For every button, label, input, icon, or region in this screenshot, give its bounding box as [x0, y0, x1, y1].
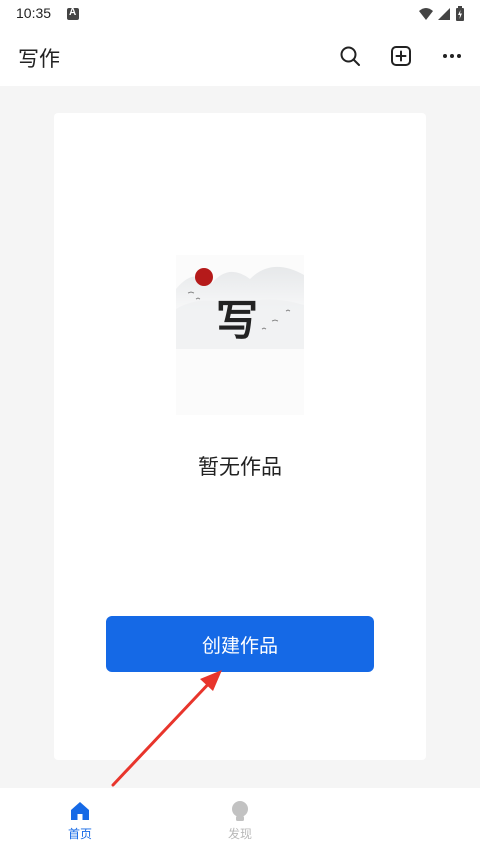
nav-item-discover[interactable]: 发现	[200, 800, 280, 842]
add-button[interactable]	[387, 42, 415, 70]
empty-illustration: 写	[174, 249, 308, 419]
status-bar: 10:35	[0, 0, 480, 28]
add-icon	[391, 46, 411, 66]
empty-state-text: 暂无作品	[198, 455, 282, 479]
a-notification-icon	[67, 7, 79, 20]
search-icon	[340, 46, 360, 66]
signal-icon	[438, 8, 450, 20]
app-bar-actions	[313, 42, 466, 70]
illustration-glyph: 写	[216, 296, 258, 345]
create-work-button[interactable]: 创建作品	[106, 616, 374, 672]
more-icon	[443, 54, 461, 58]
bottom-nav: 首页 发现	[0, 788, 480, 853]
status-icons	[418, 6, 468, 22]
red-sun-icon	[195, 268, 213, 286]
app-bar: 写作	[0, 28, 480, 86]
page-title: 写作	[18, 47, 60, 71]
nav-discover-label: 发现	[227, 827, 252, 841]
status-time: 10:35	[16, 5, 52, 21]
nav-home-label: 首页	[67, 827, 92, 841]
battery-icon	[456, 6, 464, 21]
wifi-icon	[419, 8, 433, 20]
more-button[interactable]	[438, 42, 466, 70]
nav-item-home[interactable]: 首页	[40, 800, 120, 842]
empty-works-card: 写 暂无作品 创建作品	[54, 113, 426, 760]
lightbulb-icon	[232, 801, 248, 821]
main-area: 写 暂无作品 创建作品	[0, 86, 480, 788]
home-icon	[71, 802, 89, 820]
search-button[interactable]	[336, 42, 364, 70]
